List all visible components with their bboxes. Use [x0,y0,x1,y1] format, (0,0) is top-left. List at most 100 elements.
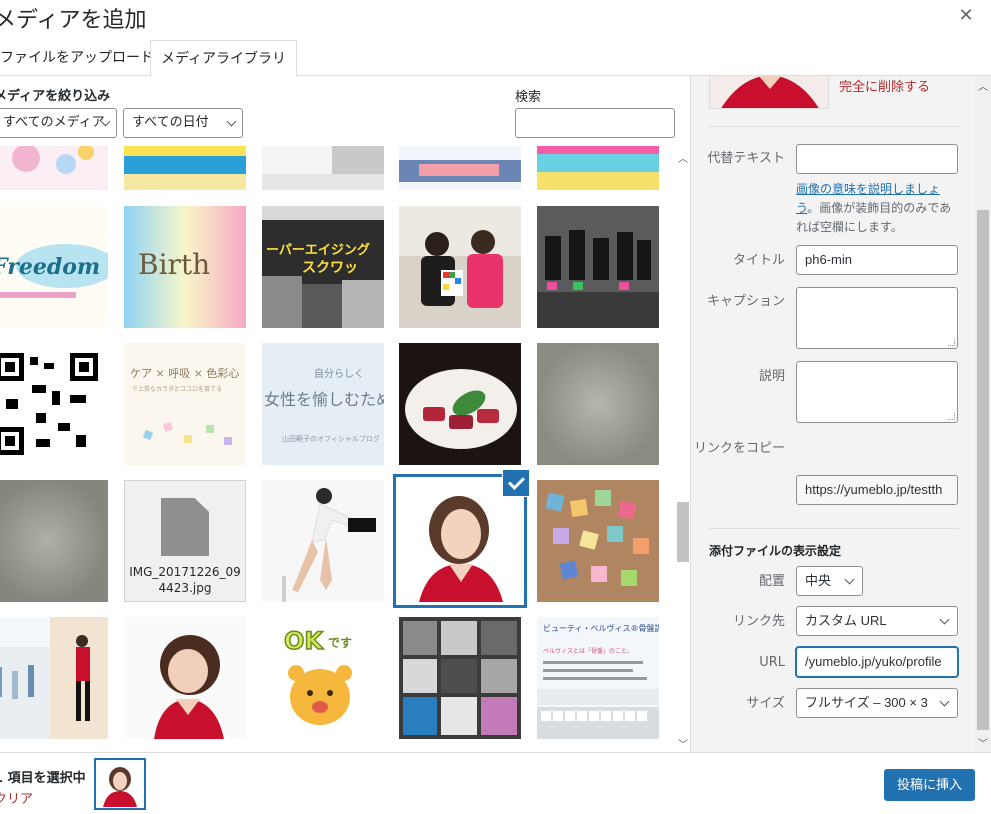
display-settings-heading: 添付ファイルの表示設定 [709,544,842,558]
media-toolbar: 1 項目を選択中 クリア 投稿に挿入 [0,752,991,814]
women-top-text: 自分らしく [314,367,364,380]
media-item[interactable]: OK です [262,617,384,739]
media-item[interactable] [262,146,384,190]
file-name: IMG_20171226_09 4423.jpg [124,564,246,596]
grid-scrollbar[interactable]: ︿ ﹀ [676,150,690,751]
media-item[interactable] [399,206,521,328]
caption-textarea[interactable] [796,287,958,349]
scrollbar-thumb[interactable] [977,210,989,730]
alt-text-help: 画像の意味を説明しましょう。画像が装飾目的のみであれば空欄にします。 [796,180,961,237]
link-to-select[interactable]: カスタム URL [796,606,958,636]
chevron-down-icon [939,696,950,707]
ok-small-text: です [328,636,352,650]
filter-label: メディアを絞り込み [0,89,111,104]
media-item[interactable] [537,343,659,465]
alignment-select[interactable]: 中央 [796,566,863,596]
sidebar-scrollbar[interactable]: ︿ ﹀ [975,76,991,752]
media-item[interactable]: Freedom [0,206,108,328]
media-type-select-value: すべてのメディア [3,115,105,130]
media-item[interactable] [0,146,108,190]
date-select[interactable]: すべての日付 [123,108,243,138]
media-item[interactable]: 自分らしく女性を愉しむために山田範子のオフィシャルブログ [262,343,384,465]
selection-count: 1 項目を選択中 [0,771,86,786]
chevron-down-icon [844,574,855,585]
date-select-value: すべての日付 [132,115,209,130]
alt-text-label: 代替テキスト [707,151,785,166]
tab-upload-files[interactable]: ファイルをアップロード [0,40,164,76]
file-name-line-2: 4423.jpg [158,581,212,595]
insert-into-post-button[interactable]: 投稿に挿入 [884,769,975,801]
modal-title: メディアを追加 [0,8,147,33]
chevron-down-icon[interactable]: ﹀ [676,736,690,751]
size-select[interactable]: フルサイズ – 300 × 3 [796,688,958,718]
media-item[interactable] [537,480,659,602]
description-textarea[interactable] [796,361,958,423]
alignment-select-value: 中央 [805,573,832,588]
link-to-select-value: カスタム URL [805,613,887,628]
chevron-down-icon [939,614,950,625]
beauty-sub-text: ベルヴィスとは「骨盤」のこと。 [543,647,633,655]
alignment-label: 配置 [758,574,785,589]
size-select-value: フルサイズ – 300 × 3 [805,695,928,710]
media-item[interactable]: ケア × 呼吸 × 色彩心で上質なカラダとココロを育てる [124,343,246,465]
description-label: 説明 [758,369,785,384]
media-item[interactable] [124,146,246,190]
alt-text-help-text: 。画像が装飾目的のみであれば空欄にします。 [796,201,952,234]
media-item[interactable] [537,206,659,328]
media-type-select[interactable]: すべてのメディア [0,108,117,138]
alt-text-input[interactable] [796,144,958,174]
media-item[interactable] [0,480,108,602]
care-text: ケア × 呼吸 × 色彩心 [130,366,239,380]
media-grid: Freedom Birth ーパーエイジングスクワッ ケア × 呼吸 × 色彩心… [0,146,690,752]
search-input[interactable] [515,108,675,138]
chevron-down-icon [226,116,237,127]
media-item[interactable] [0,343,108,465]
media-item[interactable] [399,343,521,465]
search-label: 検索 [515,90,542,105]
attachment-details: 完全に削除する 代替テキスト 画像の意味を説明しましょう。画像が装飾目的のみであ… [690,76,991,752]
media-item[interactable]: ビューティ・ベルヴィス®骨盤調整 ベルヴィスとは「骨盤」のこと。 [537,617,659,739]
scrollbar-thumb[interactable] [677,502,689,562]
media-item-selected[interactable] [399,480,521,602]
media-item[interactable]: ーパーエイジングスクワッ [262,206,384,328]
selected-thumbnail[interactable] [97,761,143,807]
chevron-up-icon[interactable]: ︿ [676,150,690,165]
women-text: 女性を愉しむために [264,390,384,409]
clear-selection-link[interactable]: クリア [0,788,33,807]
media-item[interactable]: Birth [124,206,246,328]
squat-text: ーパーエイジング [266,242,370,258]
care-sub-text: で上質なカラダとココロを育てる [132,385,222,393]
media-item[interactable] [399,146,521,190]
delete-permanently-link[interactable]: 完全に削除する [839,76,930,95]
media-item[interactable] [262,480,384,602]
ok-text: OK [284,627,324,655]
media-item-file[interactable]: IMG_20171226_09 4423.jpg [124,480,246,602]
media-item[interactable] [124,617,246,739]
close-icon[interactable]: ✕ [954,4,978,28]
freedom-text: Freedom [0,254,100,280]
copy-link-input[interactable]: https://yumeblo.jp/testth [796,475,958,505]
tab-media-library[interactable]: メディアライブラリ [150,40,298,77]
media-item[interactable] [399,617,521,739]
divider [709,528,959,529]
size-label: サイズ [746,696,785,711]
media-tabs: ファイルをアップロード メディアライブラリ [0,40,991,77]
birth-text: Birth [138,248,210,281]
title-label: タイトル [732,253,785,268]
caption-label: キャプション [706,294,785,309]
title-input[interactable]: ph6-min [796,245,958,275]
media-item[interactable] [0,617,108,739]
chevron-up-icon[interactable]: ︿ [975,78,991,93]
beauty-title-text: ビューティ・ベルヴィス®骨盤調整 [543,623,659,633]
url-input[interactable]: /yumeblo.jp/yuko/profile [796,647,958,677]
document-icon [161,498,209,556]
file-name-line-1: IMG_20171226_09 [129,565,241,579]
women-sub-text: 山田範子のオフィシャルブログ [282,434,380,443]
divider [709,126,959,127]
attachment-thumbnail [709,76,829,109]
checkmark-icon[interactable] [503,470,529,496]
chevron-down-icon[interactable]: ﹀ [975,735,991,750]
squat-text-2: スクワッ [302,260,358,276]
media-item[interactable] [537,146,659,190]
copy-link-label: リンクをコピー [693,441,785,456]
